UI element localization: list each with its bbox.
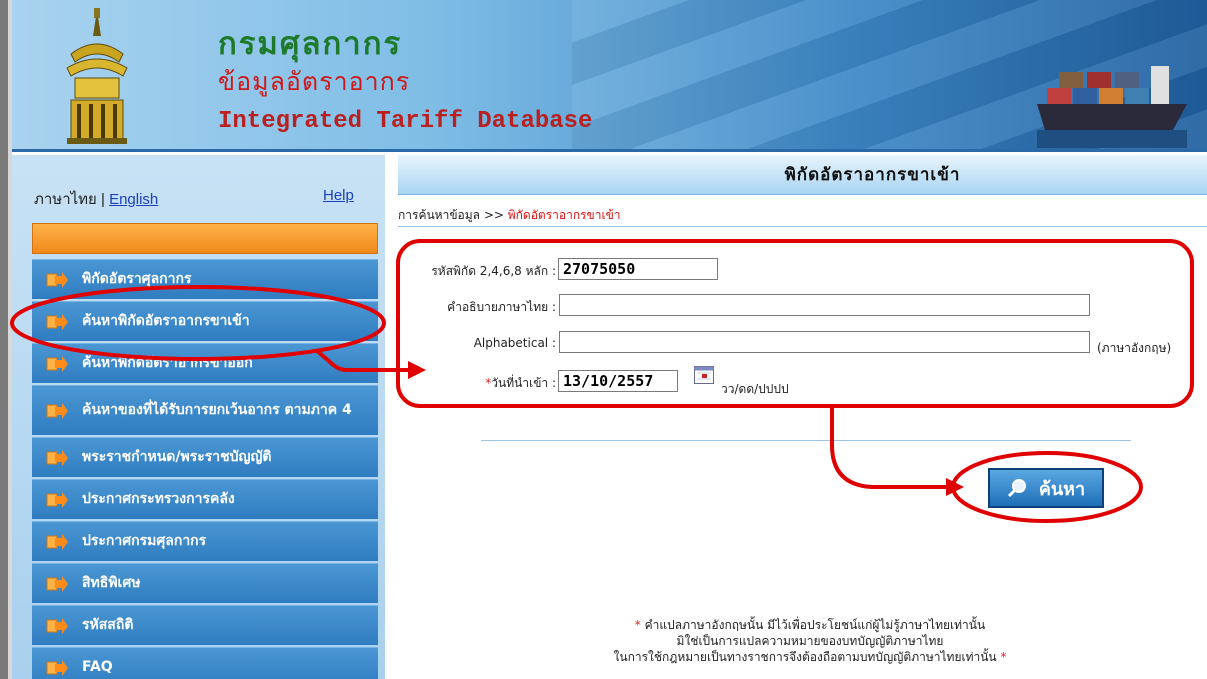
site-subtitle-thai: ข้อมูลอัตราอากร	[218, 67, 411, 96]
sidebar-item-label: พระราชกำหนด/พระราชบัญญัติ	[82, 449, 272, 465]
thai-description-label: คำอธิบายภาษาไทย :	[447, 300, 556, 314]
sidebar-item-label: ค้นหาของที่ได้รับการยกเว้นอากร ตามภาค 4	[82, 402, 352, 418]
arrow-right-icon	[46, 449, 68, 466]
disclaimer-line-3: ในการใช้กฎหมายเป็นทางราชการจึงต้องถือตาม…	[613, 650, 997, 664]
sidebar-item-export-search[interactable]: ค้นหาพิกัดอัตราอากรขาออก	[32, 343, 378, 383]
required-mark: *	[1000, 650, 1007, 664]
import-date-label: *วันที่นำเข้า :	[388, 374, 556, 393]
site-subtitle-english: Integrated Tariff Database	[218, 108, 593, 135]
tariff-code-input[interactable]: 27075050	[558, 258, 718, 280]
breadcrumb: การค้นหาข้อมูล >> พิกัดอัตราอากรขาเข้า	[398, 206, 621, 225]
sidebar-orange-banner	[32, 223, 378, 254]
disclaimer-note: * คำแปลภาษาอังกฤษนั้น มีไว้เพื่อประโยชน์…	[510, 617, 1110, 665]
window-left-edge	[0, 0, 8, 679]
alphabetical-label: Alphabetical :	[473, 336, 556, 350]
sidebar-item-import-search[interactable]: ค้นหาพิกัดอัตราอากรขาเข้า	[32, 301, 378, 341]
arrow-right-icon	[46, 617, 68, 634]
arrow-right-icon	[46, 402, 68, 419]
tariff-code-label: รหัสพิกัด 2,4,6,8 หลัก :	[431, 264, 556, 278]
disclaimer-line-1: คำแปลภาษาอังกฤษนั้น มีไว้เพื่อประโยชน์แก…	[644, 618, 986, 632]
annotation-arrowhead-button	[946, 478, 964, 496]
divider	[398, 226, 1207, 227]
cargo-ship-image	[1037, 66, 1187, 148]
alphabetical-unit: (ภาษาอังกฤษ)	[1097, 341, 1172, 355]
sidebar-item-label: ค้นหาพิกัดอัตราอากรขาออก	[82, 355, 253, 371]
arrow-right-icon	[46, 313, 68, 330]
date-format-hint: วว/ดด/ปปปป	[721, 382, 789, 396]
import-date-label-text: วันที่นำเข้า :	[491, 376, 556, 390]
sidebar-item-privileges[interactable]: สิทธิพิเศษ	[32, 563, 378, 603]
alphabetical-input[interactable]	[559, 331, 1090, 353]
sidebar-item-label: ค้นหาพิกัดอัตราอากรขาเข้า	[82, 313, 250, 329]
sidebar-item-exempt-search[interactable]: ค้นหาของที่ได้รับการยกเว้นอากร ตามภาค 4	[32, 385, 378, 435]
sidebar-item-label: FAQ	[82, 659, 113, 675]
thai-description-input[interactable]	[559, 294, 1090, 316]
arrow-right-icon	[46, 491, 68, 508]
sidebar-item-statistic-code[interactable]: รหัสสถิติ	[32, 605, 378, 645]
sidebar-item-label: สิทธิพิเศษ	[82, 575, 141, 591]
sidebar-item-label: ประกาศกรมศุลกากร	[82, 533, 207, 549]
lang-separator: |	[96, 191, 110, 208]
search-button[interactable]: ค้นหา	[988, 468, 1104, 508]
site-header: กรมศุลกากร ข้อมูลอัตราอากร Integrated Ta…	[12, 0, 1207, 152]
lang-thai[interactable]: ภาษาไทย	[34, 191, 97, 208]
sidebar-item-royal-decree[interactable]: พระราชกำหนด/พระราชบัญญัติ	[32, 437, 378, 477]
required-mark: *	[634, 618, 641, 632]
sidebar-item-label: พิกัดอัตราศุลกากร	[82, 271, 192, 287]
help-link[interactable]: Help	[323, 187, 354, 204]
sidebar-item-finance-ministry[interactable]: ประกาศกระทรวงการคลัง	[32, 479, 378, 519]
disclaimer-line-2: มิใช่เป็นการแปลความหมายของบทบัญญัติภาษาไ…	[676, 634, 944, 648]
sidebar-item-customs-notice[interactable]: ประกาศกรมศุลกากร	[32, 521, 378, 561]
search-button-label: ค้นหา	[1038, 478, 1086, 500]
site-title: กรมศุลกากร	[218, 26, 403, 62]
sidebar-item-tariff-rates[interactable]: พิกัดอัตราศุลกากร	[32, 259, 378, 299]
sidebar: ภาษาไทย | English Help พิกัดอัตราศุลกากร…	[12, 155, 385, 679]
page-title: พิกัดอัตราอากรขาเข้า	[784, 165, 961, 185]
language-switcher: ภาษาไทย | English	[34, 187, 158, 211]
sidebar-item-label: รหัสสถิติ	[82, 617, 134, 633]
breadcrumb-current: พิกัดอัตราอากรขาเข้า	[507, 208, 621, 222]
sidebar-item-faq[interactable]: FAQ	[32, 647, 378, 679]
annotation-arrow-to-button	[830, 406, 948, 489]
arrow-right-icon	[46, 659, 68, 676]
sidebar-item-label: ประกาศกระทรวงการคลัง	[82, 491, 235, 507]
import-date-input[interactable]: 13/10/2557	[558, 370, 678, 392]
divider	[481, 440, 1131, 441]
arrow-right-icon	[46, 575, 68, 592]
customs-emblem-icon	[66, 8, 128, 144]
arrow-right-icon	[46, 271, 68, 288]
magnifier-icon	[1007, 479, 1026, 498]
calendar-icon[interactable]	[694, 366, 714, 384]
arrow-right-icon	[46, 533, 68, 550]
sidebar-menu: พิกัดอัตราศุลกากร ค้นหาพิกัดอัตราอากรขาเ…	[32, 259, 378, 679]
arrow-right-icon	[46, 355, 68, 372]
breadcrumb-root[interactable]: การค้นหาข้อมูล >>	[398, 208, 508, 222]
lang-english-link[interactable]: English	[109, 191, 158, 208]
page-title-bar: พิกัดอัตราอากรขาเข้า	[398, 155, 1207, 195]
